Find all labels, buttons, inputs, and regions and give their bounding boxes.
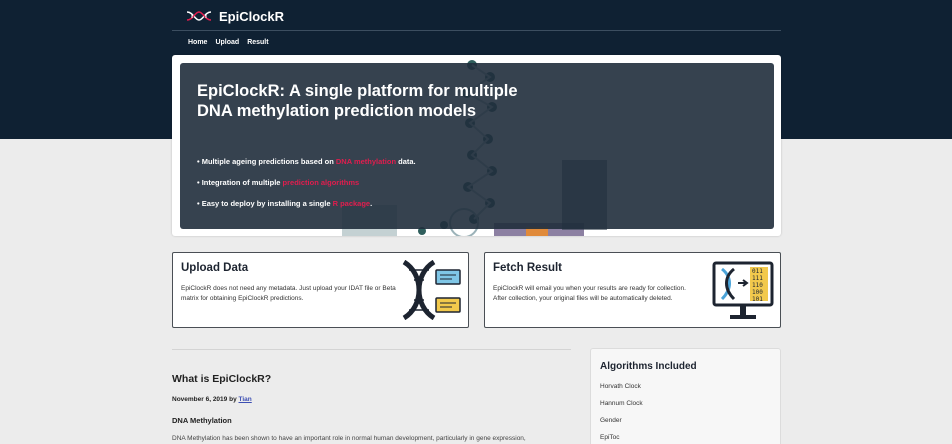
algorithm-item[interactable]: Horvath Clock [600,382,643,399]
algorithm-item[interactable]: EpiToc [600,433,643,444]
dna-logo-icon [186,11,212,21]
binary-line: 100 [752,289,763,296]
article-body: DNA Methylation has been shown to have a… [172,435,526,442]
article-title: What is EpiClockR? [172,373,272,385]
hero-feature-item: • Integration of multiple prediction alg… [197,178,416,187]
brand[interactable]: EpiClockR [185,7,284,25]
upload-card-title: Upload Data [181,262,249,274]
monitor-result-icon: 011 111 110 100 101 [712,261,774,319]
hero-feature-item: • Easy to deploy by installing a single … [197,199,416,208]
algorithm-item[interactable]: Hannum Clock [600,399,643,416]
hero-overlay-panel: EpiClockR: A single platform for multipl… [180,63,774,229]
main-nav: Home Upload Result [188,39,269,46]
feature-text: • Integration of multiple [197,178,283,187]
fetch-result-card[interactable]: Fetch Result EpiClockR will email you wh… [484,252,781,328]
author-link[interactable]: Tian [239,396,252,403]
article-subheading: DNA Methylation [172,416,232,425]
algorithm-list: Horvath Clock Hannum Clock Gender EpiToc [600,382,643,444]
feature-text-end: . [370,199,373,208]
feature-highlight: DNA methylation [335,157,397,166]
content-divider [172,349,571,350]
upload-card-text: EpiClockR does not need any metadata. Ju… [181,285,396,302]
hero-title: EpiClockR: A single platform for multipl… [197,82,518,120]
feature-text: • Easy to deploy by installing a single [197,199,333,208]
hero-feature-list: • Multiple ageing predictions based on D… [197,157,416,220]
nav-upload-link[interactable]: Upload [215,39,239,46]
algorithms-sidebar: Algorithms Included Horvath Clock Hannum… [590,348,781,444]
upload-data-card[interactable]: Upload Data EpiClockR does not need any … [172,252,469,328]
sidebar-title: Algorithms Included [600,361,697,372]
article-meta: November 6, 2019 by Tian [172,396,252,403]
fetch-card-title: Fetch Result [493,262,563,274]
feature-highlight: prediction algorithms [282,178,360,187]
fetch-card-text: EpiClockR will email you when your resul… [493,285,686,302]
nav-home-link[interactable]: Home [188,39,207,46]
feature-highlight: R package [332,199,371,208]
algorithm-item[interactable]: Gender [600,416,643,433]
nav-divider [172,30,781,31]
binary-line: 111 [752,275,763,282]
hero-feature-item: • Multiple ageing predictions based on D… [197,157,416,166]
article-date: November 6, 2019 [172,396,228,403]
article-by: by [229,396,237,403]
nav-result-link[interactable]: Result [247,39,268,46]
binary-line: 101 [752,296,763,303]
brand-name: EpiClockR [219,8,285,24]
feature-text-end: data. [396,157,416,166]
feature-text: • Multiple ageing predictions based on [197,157,336,166]
dna-upload-icon [402,260,461,320]
binary-line: 011 [752,268,763,275]
hero-card: EpiClockR: A single platform for multipl… [172,55,781,236]
binary-line: 110 [752,282,763,289]
